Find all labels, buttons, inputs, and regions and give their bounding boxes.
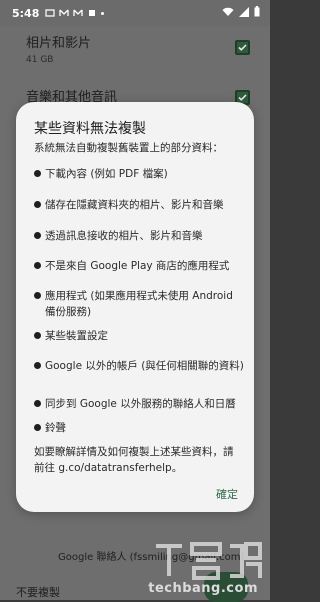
list-item: Google 以外的帳戶 (與任何相關聯的資料) bbox=[34, 358, 244, 374]
signal-icon bbox=[239, 6, 249, 17]
bullet-icon bbox=[34, 362, 41, 369]
list-item: 透過訊息接收的相片、影片和音樂 bbox=[34, 228, 244, 244]
more-notifications-icon bbox=[101, 11, 105, 15]
bullet-icon bbox=[34, 170, 41, 177]
watermark-logo bbox=[156, 542, 262, 580]
status-bar: 5:48 bbox=[0, 0, 270, 26]
confirm-button[interactable]: 確定 bbox=[216, 486, 238, 502]
skip-copy-button[interactable]: 不要複製 bbox=[16, 584, 60, 600]
list-item: 下載內容 (例如 PDF 檔案) bbox=[34, 166, 244, 182]
list-item-subtitle: 41 GB bbox=[26, 55, 54, 65]
bullet-icon bbox=[34, 400, 41, 407]
gmail-icon bbox=[73, 9, 84, 16]
wifi-icon bbox=[222, 7, 234, 16]
bullet-icon bbox=[34, 292, 41, 299]
bullet-icon bbox=[34, 332, 41, 339]
dialog-help-note: 如要瞭解詳情及如何複製上述某些資料，請前往 g.co/datatransferh… bbox=[34, 446, 234, 474]
bullet-icon bbox=[34, 424, 41, 431]
list-item-text: 不是來自 Google Play 商店的應用程式 bbox=[45, 260, 230, 272]
gmail-icon bbox=[59, 9, 70, 16]
list-item-text: 某些裝置設定 bbox=[45, 330, 108, 342]
list-item: 儲存在隱藏資料夾的相片、影片和音樂 bbox=[34, 197, 244, 213]
system-icons bbox=[222, 6, 260, 17]
list-item: 應用程式 (如果應用程式未使用 Android 備份服務) bbox=[34, 288, 244, 320]
list-item-text: 鈴聲 bbox=[45, 422, 66, 434]
list-item-text: Google 以外的帳戶 (與任何相關聯的資料) bbox=[45, 360, 244, 372]
bullet-icon bbox=[34, 201, 41, 208]
list-item-text: 透過訊息接收的相片、影片和音樂 bbox=[45, 230, 203, 242]
puzzle-icon bbox=[89, 10, 96, 16]
list-item[interactable]: 相片和影片 41 GB bbox=[26, 32, 91, 65]
battery-icon bbox=[254, 6, 260, 17]
list-item: 同步到 Google 以外服務的聯絡人和日曆 bbox=[34, 396, 244, 412]
list-item: 不是來自 Google Play 商店的應用程式 bbox=[34, 258, 244, 274]
list-item-text: 同步到 Google 以外服務的聯絡人和日曆 bbox=[45, 398, 236, 410]
list-item-text: 應用程式 (如果應用程式未使用 Android 備份服務) bbox=[45, 290, 233, 318]
watermark-text: techbang.com bbox=[148, 581, 258, 596]
list-item-title: 相片和影片 bbox=[26, 36, 92, 51]
list-item: 鈴聲 bbox=[34, 420, 244, 436]
list-item: 某些裝置設定 bbox=[34, 328, 244, 344]
status-time: 5:48 bbox=[12, 6, 40, 20]
checkbox[interactable] bbox=[235, 40, 250, 55]
watermark: techbang.com bbox=[148, 538, 266, 598]
list-item-text: 儲存在隱藏資料夾的相片、影片和音樂 bbox=[45, 199, 224, 211]
notification-icons bbox=[45, 8, 105, 18]
dialog-title: 某些資料無法複製 bbox=[34, 121, 146, 137]
dialog-intro: 系統無法自動複製舊裝置上的部分資料： bbox=[34, 142, 223, 154]
list-item-text: 下載內容 (例如 PDF 檔案) bbox=[45, 168, 168, 180]
check-icon bbox=[238, 44, 247, 51]
screen: 5:48 相片和影片 41 GB 音樂和其他音訊 Google 聯絡人 (fss… bbox=[0, 0, 270, 602]
dialog: 某些資料無法複製 系統無法自動複製舊裝置上的部分資料： 下載內容 (例如 PDF… bbox=[16, 102, 254, 512]
bullet-icon bbox=[34, 262, 41, 269]
notification-icon bbox=[45, 9, 55, 17]
bullet-icon bbox=[34, 232, 41, 239]
